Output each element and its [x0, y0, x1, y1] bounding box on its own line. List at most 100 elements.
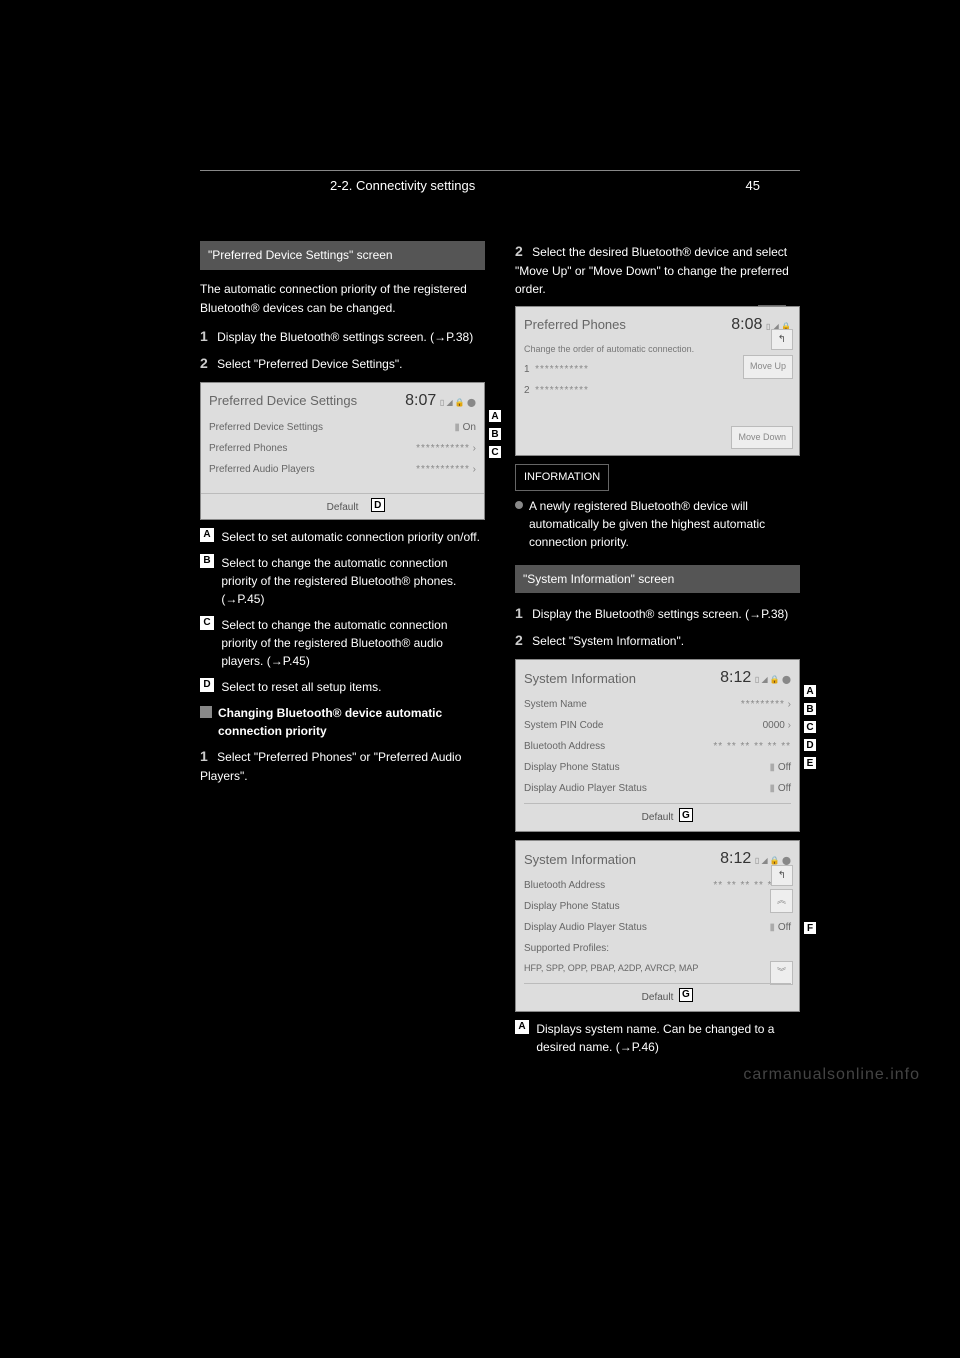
list-item: 2 *********** [524, 380, 791, 401]
callout-letter: A [515, 1020, 529, 1034]
row-label: Display Audio Player Status [524, 781, 647, 796]
row-label: HFP, SPP, OPP, PBAP, A2DP, AVRCP, MAP [524, 962, 698, 976]
callout-marker: E [803, 756, 817, 770]
callout-b: B Select to change the automatic connect… [200, 554, 485, 608]
right-step-2: 2 Select the desired Bluetooth® device a… [515, 241, 800, 298]
callout-letter: B [200, 554, 214, 568]
ss-title-text: System Information [524, 669, 636, 689]
row-label: Preferred Device Settings [209, 420, 323, 435]
row-label: Display Phone Status [524, 899, 620, 914]
ss-time: 8:07 [405, 392, 436, 409]
step-number: 1 [200, 748, 208, 764]
callout-letter: D [200, 678, 214, 692]
step-text: Select "System Information". [532, 634, 684, 648]
screenshot-preferred-phones: Preferred Phones 8:08 ▯ ◢ 🔒 Change the o… [515, 306, 800, 456]
row-label: Bluetooth Address [524, 878, 605, 893]
callout-marker: D [371, 498, 385, 512]
screenshot-system-info-2: System Information 8:12 ▯ ◢ 🔒 ⬤ ↰ ︽ ︾ Bl… [515, 840, 800, 1012]
chevron-right-icon: › [473, 443, 476, 454]
item-dots: *********** [535, 364, 589, 375]
ss-row: Preferred Device Settings ▮ On A [209, 417, 476, 438]
row-value: *********** [416, 464, 470, 475]
page-number: 45 [746, 178, 760, 193]
status-icons: ▯ ◢ 🔒 ⬤ [755, 675, 791, 684]
content-columns: "Preferred Device Settings" screen The a… [200, 241, 800, 1064]
step-text: Display the Bluetooth® settings screen. … [217, 330, 473, 344]
scroll-down-button: ︾ [770, 961, 793, 985]
item-num: 2 [524, 385, 530, 396]
row-value: ** ** ** ** ** ** [713, 739, 791, 754]
step-number: 2 [515, 243, 523, 259]
callout-c: C Select to change the automatic connect… [200, 616, 485, 670]
row-value: ********* [741, 699, 785, 710]
watermark: carmanualsonline.info [743, 1066, 920, 1084]
row-label: Preferred Phones [209, 441, 287, 456]
information-label: INFORMATION [515, 464, 609, 491]
scroll-up-button: ︽ [770, 889, 793, 913]
ss-time: 8:08 [731, 316, 762, 333]
chevron-right-icon: › [473, 464, 476, 475]
bullet-icon [200, 706, 212, 718]
callout-marker: G [679, 808, 693, 822]
sub-heading: Changing Bluetooth® device automatic con… [200, 704, 485, 740]
callout-d: D Select to reset all setup items. [200, 678, 485, 696]
screenshot-system-info-1: System Information 8:12 ▯ ◢ 🔒 ⬤ System N… [515, 659, 800, 832]
row-label: System PIN Code [524, 718, 603, 733]
section-title-box-2: "System Information" screen [515, 565, 800, 594]
row-label: Supported Profiles: [524, 941, 609, 956]
step-number: 2 [200, 355, 208, 371]
step-1: 1 Display the Bluetooth® settings screen… [200, 326, 485, 347]
step-text: Select "Preferred Device Settings". [217, 357, 402, 371]
right-column: 2 Select the desired Bluetooth® device a… [515, 241, 800, 1064]
row-value: Off [778, 922, 791, 933]
sub-step-1: 1 Select "Preferred Phones" or "Preferre… [200, 746, 485, 785]
step-text: Display the Bluetooth® settings screen. … [532, 607, 788, 621]
b-step-2: 2 Select "System Information". [515, 630, 800, 651]
info-bullet: A newly registered Bluetooth® device wil… [515, 497, 800, 551]
ss-time: 8:12 [720, 850, 751, 867]
row-label: Bluetooth Address [524, 739, 605, 754]
ss-title-text: Preferred Device Settings [209, 391, 357, 411]
step-text: Select "Preferred Phones" or "Preferred … [200, 750, 461, 783]
callout-a: A Select to set automatic connection pri… [200, 528, 485, 546]
row-label: Preferred Audio Players [209, 462, 315, 477]
default-button: Default [327, 502, 359, 513]
callout-marker: A [488, 409, 502, 423]
step-2: 2 Select "Preferred Device Settings". [200, 353, 485, 374]
callout-marker: B [488, 427, 502, 441]
callout-marker: C [803, 720, 817, 734]
callout-marker: D [803, 738, 817, 752]
ss-title-text: System Information [524, 850, 636, 870]
back-button: ↰ [771, 865, 793, 886]
item-dots: *********** [535, 385, 589, 396]
row-value: Off [778, 783, 791, 794]
callout-letter: A [200, 528, 214, 542]
ss-title-text: Preferred Phones [524, 315, 626, 335]
callout-text: Select to change the automatic connectio… [221, 616, 484, 670]
row-label: Display Phone Status [524, 760, 620, 775]
row-value: *********** [416, 443, 470, 454]
callout-text: Select to change the automatic connectio… [221, 554, 484, 608]
left-column: "Preferred Device Settings" screen The a… [200, 241, 485, 1064]
move-down-button: Move Down [731, 426, 793, 450]
row-value: 0000 [763, 720, 785, 731]
ss-row: Preferred Audio Players *********** › C [209, 459, 476, 480]
screenshot-preferred-device-settings: Preferred Device Settings 8:07 ▯ ◢ 🔒 ⬤ P… [200, 382, 485, 520]
manual-page: 45 2-2. Connectivity settings 2 Basic fu… [0, 0, 960, 1104]
step-number: 2 [515, 632, 523, 648]
step-number: 1 [515, 605, 523, 621]
callout-marker: C [488, 445, 502, 459]
callout-letter: C [200, 616, 214, 630]
row-value: Off [778, 762, 791, 773]
status-icons: ▯ ◢ 🔒 ⬤ [755, 856, 791, 865]
intro-text: The automatic connection priority of the… [200, 280, 485, 318]
step-number: 1 [200, 328, 208, 344]
back-button: ↰ [771, 329, 793, 350]
header-rule [200, 170, 800, 171]
info-text: A newly registered Bluetooth® device wil… [529, 497, 800, 551]
b-step-1: 1 Display the Bluetooth® settings screen… [515, 603, 800, 624]
row-value: On [463, 422, 476, 433]
sub-heading-text: Changing Bluetooth® device automatic con… [218, 704, 485, 740]
chevron-right-icon: › [788, 699, 791, 710]
default-button: Default [642, 812, 674, 823]
